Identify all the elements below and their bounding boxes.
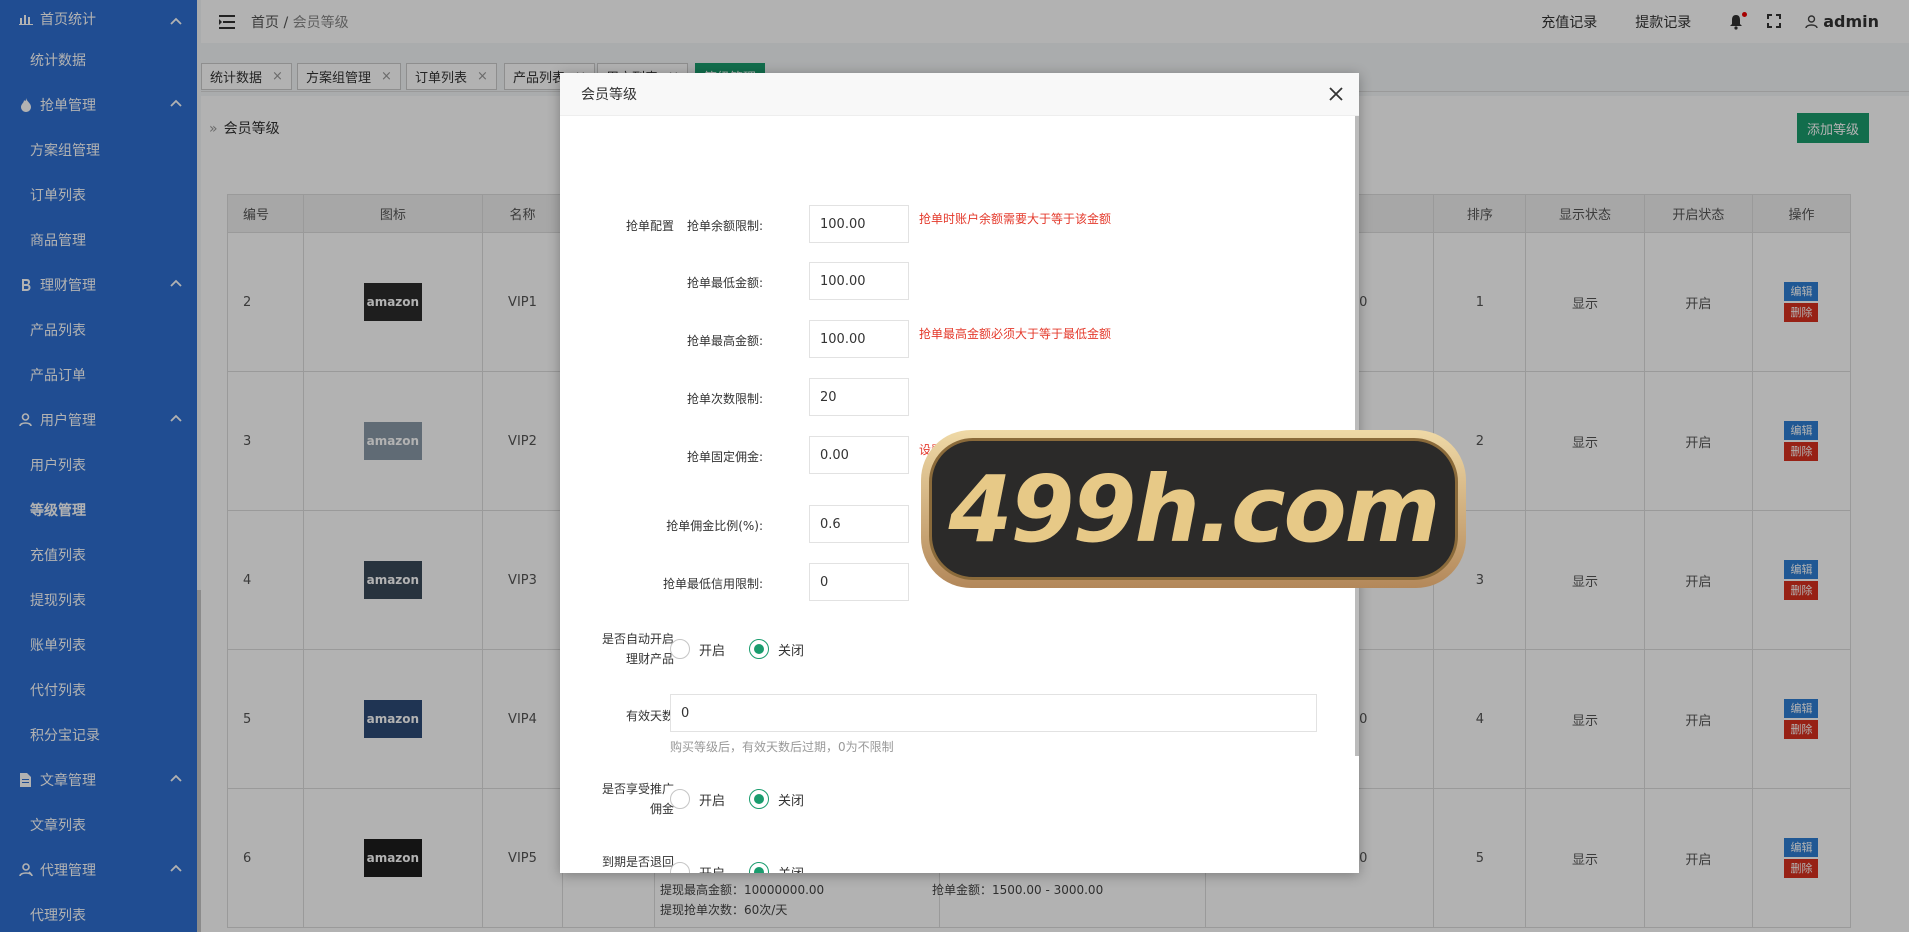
watermark-badge: 499h.com	[921, 430, 1466, 588]
radio-circle-checked[interactable]	[749, 789, 769, 809]
field-label: 抢单余额限制:	[686, 219, 763, 233]
promo-radio-on[interactable]: 开启	[670, 789, 725, 809]
valid-days-hint: 购买等级后，有效天数后过期，0为不限制	[670, 740, 894, 754]
field-input[interactable]: 100.00	[809, 262, 909, 300]
radio-circle[interactable]	[670, 862, 690, 873]
radio-label: 关闭	[778, 793, 805, 809]
radio-circle[interactable]	[670, 639, 690, 659]
radio-circle-checked[interactable]	[749, 862, 769, 873]
radio-circle[interactable]	[670, 789, 690, 809]
valid-days-input[interactable]: 0	[670, 694, 1317, 732]
auto-finance-label: 是否自动开启	[601, 632, 674, 646]
radio-label: 关闭	[778, 643, 805, 659]
radio-circle-checked[interactable]	[749, 639, 769, 659]
radio-label: 开启	[699, 863, 725, 874]
refund-radio-off[interactable]: 关闭	[749, 862, 804, 873]
watermark-text: 499h.com	[948, 455, 1440, 563]
close-icon[interactable]	[1327, 85, 1345, 103]
radio-label: 关闭	[778, 863, 804, 874]
field-input[interactable]: 0	[809, 563, 909, 601]
field-input[interactable]: 20	[809, 378, 909, 416]
refund-label: 到期是否退回	[601, 855, 674, 869]
promo-label: 是否享受推广	[601, 782, 674, 796]
refund-radio-on[interactable]: 开启	[670, 862, 725, 873]
valid-days-label: 有效天数	[625, 709, 674, 723]
radio-label: 开启	[699, 643, 726, 659]
auto-finance-radio-on[interactable]: 开启	[670, 639, 725, 659]
radio-label: 开启	[699, 793, 726, 809]
field-input[interactable]: 0.6	[809, 505, 909, 543]
modal-title: 会员等级	[581, 87, 637, 103]
watermark-inner: 499h.com	[929, 438, 1458, 580]
field-label: 抢单次数限制:	[686, 392, 763, 406]
auto-finance-radio-off[interactable]: 关闭	[749, 639, 804, 659]
field-label: 抢单固定佣金:	[686, 450, 763, 464]
field-input[interactable]: 0.00	[809, 436, 909, 474]
field-label: 抢单最低信用限制:	[662, 577, 763, 591]
field-hint: 抢单最高金额必须大于等于最低金额	[919, 327, 1112, 341]
promo-label: 佣金	[649, 802, 674, 816]
field-label: 抢单最低金额:	[686, 276, 763, 290]
promo-radio-off[interactable]: 关闭	[749, 789, 804, 809]
field-label: 抢单佣金比例(%):	[666, 519, 763, 533]
field-label: 抢单最高金额:	[686, 334, 763, 348]
field-input[interactable]: 100.00	[809, 320, 909, 358]
modal-header: 会员等级	[560, 73, 1359, 116]
auto-finance-label: 理财产品	[625, 652, 674, 666]
field-hint: 抢单时账户余额需要大于等于该金额	[919, 212, 1112, 226]
field-input[interactable]: 100.00	[809, 205, 909, 243]
